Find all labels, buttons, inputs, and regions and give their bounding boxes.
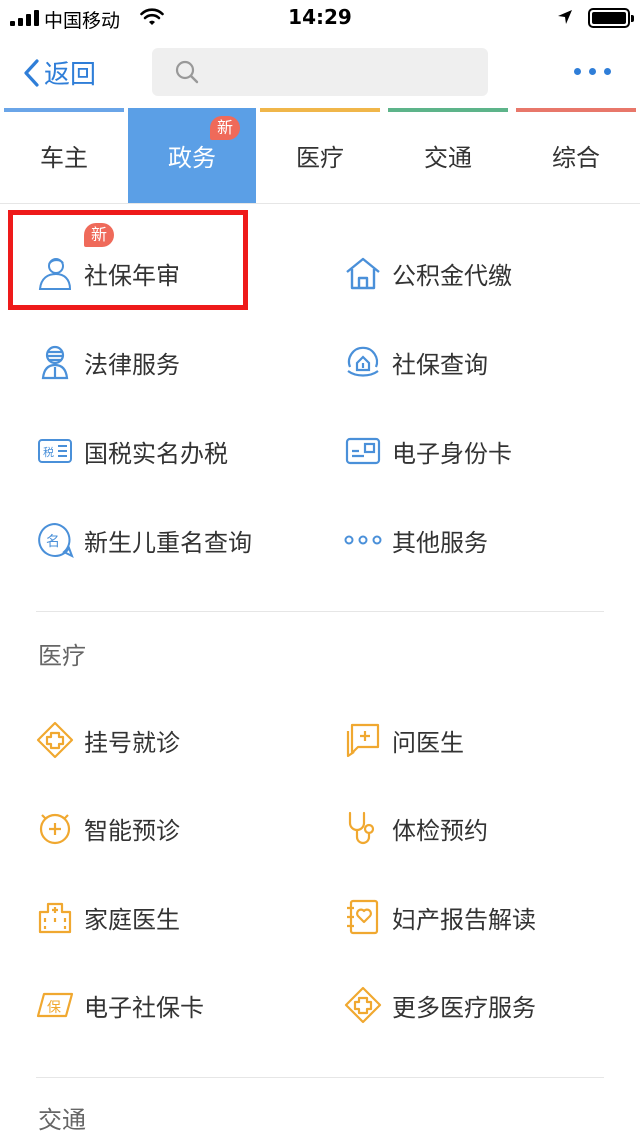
tab-car-owner[interactable]: 车主: [0, 108, 128, 203]
service-housing-fund[interactable]: 公积金代缴: [344, 245, 512, 301]
service-social-security-review[interactable]: 新 社保年审: [36, 223, 180, 301]
svg-text:保: 保: [47, 1000, 61, 1016]
tab-indicator: [388, 108, 508, 112]
tab-indicator: [260, 108, 380, 112]
tab-traffic[interactable]: 交通: [384, 108, 512, 203]
service-registration[interactable]: 挂号就诊: [36, 712, 180, 768]
service-maternity-report[interactable]: 妇产报告解读: [344, 889, 536, 945]
tab-indicator: [128, 108, 256, 112]
section-title-traffic: 交通: [38, 1106, 86, 1134]
battery-icon: [588, 8, 634, 28]
section-divider: [36, 611, 604, 612]
service-label: 公积金代缴: [392, 261, 512, 290]
search-box[interactable]: [152, 48, 488, 96]
tab-label: 综合: [552, 144, 600, 172]
tab-label: 医疗: [296, 144, 344, 172]
service-newborn-name[interactable]: 名 新生儿重名查询: [36, 512, 252, 568]
service-label: 体检预约: [392, 816, 488, 845]
stethoscope-icon: [344, 809, 382, 847]
service-social-security-query[interactable]: 社保查询: [344, 334, 488, 390]
clock: 14:29: [288, 5, 352, 29]
service-label: 挂号就诊: [84, 728, 180, 757]
insurance-card-icon: 保: [36, 986, 74, 1024]
lawyer-icon: [36, 343, 74, 381]
tab-label: 政务: [168, 144, 216, 172]
svg-text:税: 税: [43, 445, 54, 459]
tab-government[interactable]: 政务 新: [128, 108, 256, 203]
service-label: 电子身份卡: [392, 439, 512, 468]
service-label: 更多医疗服务: [392, 993, 536, 1022]
service-label: 法律服务: [84, 350, 180, 379]
service-label: 电子社保卡: [84, 993, 204, 1022]
more-medical-icon: [344, 986, 382, 1024]
tab-indicator: [516, 108, 636, 112]
service-label: 智能预诊: [84, 816, 180, 845]
service-smart-diagnosis[interactable]: 智能预诊: [36, 800, 180, 856]
location-arrow-icon: [558, 10, 572, 24]
new-badge: 新: [210, 116, 241, 140]
service-label: 国税实名办税: [84, 439, 228, 468]
section-divider: [36, 1077, 604, 1078]
service-label: 妇产报告解读: [392, 905, 536, 934]
search-input[interactable]: [208, 56, 478, 88]
service-insurance-card[interactable]: 保 电子社保卡: [36, 977, 204, 1033]
social-security-icon: [344, 343, 382, 381]
nav-bar: 返回: [0, 36, 640, 108]
service-label: 社保查询: [392, 350, 488, 379]
service-label: 问医生: [392, 728, 464, 757]
section-title-medical: 医疗: [38, 642, 86, 670]
medical-cross-icon: [36, 721, 74, 759]
service-checkup-booking[interactable]: 体检预约: [344, 800, 488, 856]
back-button[interactable]: 返回: [22, 54, 96, 91]
service-label: 家庭医生: [84, 905, 180, 934]
tab-general[interactable]: 综合: [512, 108, 640, 203]
search-icon: [175, 60, 199, 84]
service-ask-doctor[interactable]: 问医生: [344, 712, 464, 768]
family-doctor-icon: [36, 898, 74, 936]
service-label: 其他服务: [392, 528, 488, 557]
more-options-button[interactable]: [574, 68, 611, 75]
report-icon: [344, 898, 382, 936]
category-tabs: 车主 政务 新 医疗 交通 综合: [0, 108, 640, 204]
tab-medical[interactable]: 医疗: [256, 108, 384, 203]
home-icon: [344, 254, 382, 292]
tab-indicator: [4, 108, 124, 112]
service-tax[interactable]: 税 国税实名办税: [36, 423, 228, 479]
tab-label: 交通: [424, 144, 472, 172]
new-badge: 新: [84, 223, 115, 247]
id-card-icon: [344, 432, 382, 470]
service-more-medical[interactable]: 更多医疗服务: [344, 977, 536, 1033]
service-id-card[interactable]: 电子身份卡: [344, 423, 512, 479]
back-label: 返回: [44, 60, 97, 90]
chevron-left-icon: [24, 58, 39, 87]
status-bar: 中国移动 14:29: [0, 0, 640, 36]
more-dots-icon: [344, 521, 382, 559]
tax-icon: 税: [36, 432, 74, 470]
svg-text:名: 名: [46, 534, 60, 550]
person-icon: [36, 254, 74, 292]
service-legal[interactable]: 法律服务: [36, 334, 180, 390]
chat-doctor-icon: [344, 721, 382, 759]
name-icon: 名: [36, 521, 74, 559]
service-label: 新生儿重名查询: [84, 528, 252, 557]
service-family-doctor[interactable]: 家庭医生: [36, 889, 180, 945]
tab-label: 车主: [40, 144, 88, 172]
service-label: 社保年审: [84, 261, 180, 290]
smart-diagnosis-icon: [36, 809, 74, 847]
service-other[interactable]: 其他服务: [344, 512, 488, 568]
